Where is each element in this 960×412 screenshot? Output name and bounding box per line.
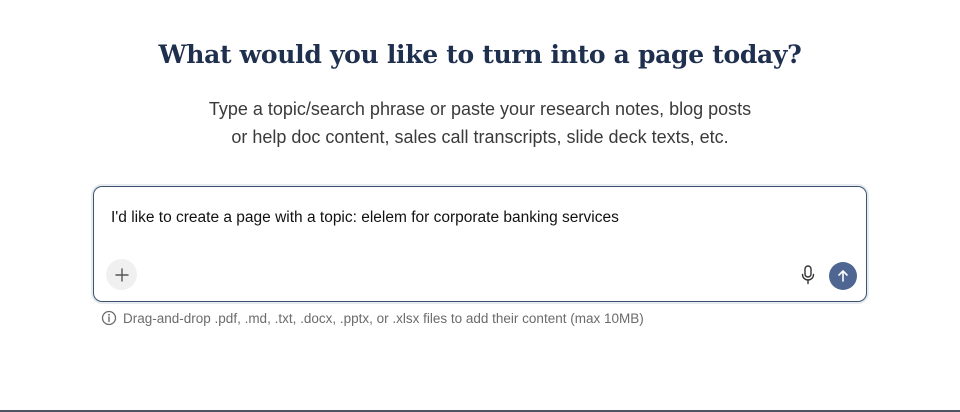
upload-hint: Drag-and-drop .pdf, .md, .txt, .docx, .p… (101, 309, 644, 327)
prompt-input[interactable]: I'd like to create a page with a topic: … (111, 209, 791, 227)
subtitle-line-1: Type a topic/search phrase or paste your… (208, 99, 752, 119)
info-icon (101, 310, 117, 326)
arrow-up-icon (838, 270, 848, 282)
page-title: What would you like to turn into a page … (158, 40, 802, 69)
voice-input-button[interactable] (797, 263, 819, 287)
subtitle-line-2: or help doc content, sales call transcri… (231, 127, 729, 147)
add-attachment-button[interactable] (106, 259, 137, 290)
send-button[interactable] (829, 262, 857, 290)
plus-icon (114, 267, 129, 282)
prompt-composer[interactable]: I'd like to create a page with a topic: … (93, 186, 867, 302)
page-subtitle: Type a topic/search phrase or paste your… (0, 95, 960, 151)
upload-hint-text: Drag-and-drop .pdf, .md, .txt, .docx, .p… (123, 310, 644, 326)
microphone-icon (801, 265, 815, 285)
